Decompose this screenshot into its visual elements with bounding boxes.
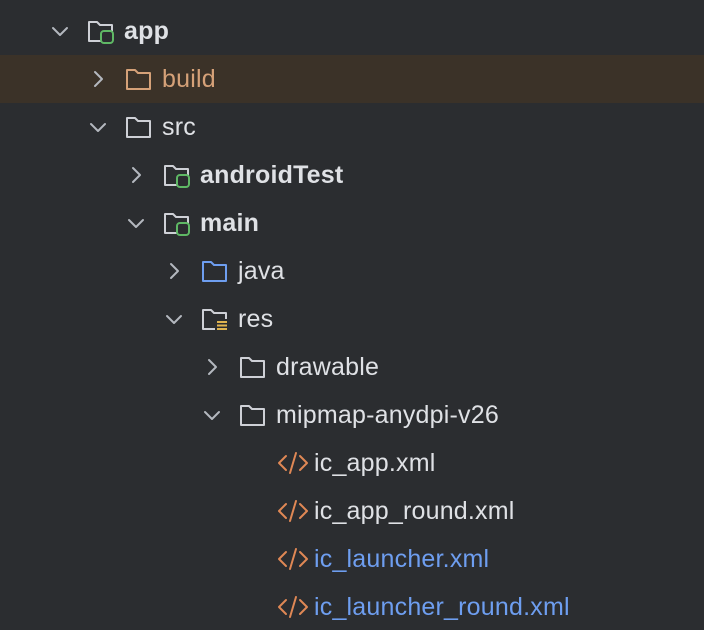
- folder-icon: [125, 114, 153, 140]
- tree-item-label: main: [200, 208, 260, 237]
- xml-file-icon: [277, 498, 309, 524]
- tree-item-label: res: [238, 304, 274, 333]
- tree-item-label: app: [124, 16, 170, 45]
- chevron-right-icon[interactable]: [126, 165, 146, 185]
- tree-item-label: androidTest: [200, 160, 344, 189]
- chevron-right-icon[interactable]: [164, 261, 184, 281]
- chevron-down-icon[interactable]: [126, 213, 146, 233]
- module-folder-icon: [87, 18, 115, 44]
- tree-item-label: build: [162, 64, 216, 93]
- tree-item-label: mipmap-anydpi-v26: [276, 400, 499, 429]
- resources-folder-icon: [201, 306, 229, 332]
- tree-item-label: ic_launcher.xml: [314, 544, 490, 573]
- tree-item-app[interactable]: app: [0, 7, 704, 55]
- chevron-down-icon[interactable]: [50, 21, 70, 41]
- tree-item-label: ic_app.xml: [314, 448, 436, 477]
- excluded-folder-icon: [125, 66, 153, 92]
- tree-item-label: ic_app_round.xml: [314, 496, 515, 525]
- tree-item-label: ic_launcher_round.xml: [314, 592, 570, 621]
- module-folder-icon: [163, 210, 191, 236]
- chevron-right-icon[interactable]: [202, 357, 222, 377]
- tree-item-res[interactable]: res: [0, 295, 704, 343]
- chevron-right-icon[interactable]: [88, 69, 108, 89]
- tree-item-label: drawable: [276, 352, 380, 381]
- tree-item-src[interactable]: src: [0, 103, 704, 151]
- tree-item-main[interactable]: main: [0, 199, 704, 247]
- xml-file-icon: [277, 546, 309, 572]
- module-folder-icon: [163, 162, 191, 188]
- tree-item-mipmap-anydpi-v26[interactable]: mipmap-anydpi-v26: [0, 391, 704, 439]
- tree-item-drawable[interactable]: drawable: [0, 343, 704, 391]
- tree-item-java[interactable]: java: [0, 247, 704, 295]
- tree-item-label: src: [162, 112, 196, 141]
- chevron-down-icon[interactable]: [202, 405, 222, 425]
- tree-item-androidtest[interactable]: androidTest: [0, 151, 704, 199]
- tree-item-ic-app-xml[interactable]: ic_app.xml: [0, 439, 704, 487]
- project-tree: app build src androidTest main java res …: [0, 0, 704, 630]
- tree-item-ic-launcher-xml[interactable]: ic_launcher.xml: [0, 535, 704, 583]
- tree-item-ic-launcher-round-xml[interactable]: ic_launcher_round.xml: [0, 583, 704, 630]
- source-folder-icon: [201, 258, 229, 284]
- chevron-down-icon[interactable]: [88, 117, 108, 137]
- xml-file-icon: [277, 594, 309, 620]
- folder-icon: [239, 402, 267, 428]
- folder-icon: [239, 354, 267, 380]
- xml-file-icon: [277, 450, 309, 476]
- tree-item-ic-app-round-xml[interactable]: ic_app_round.xml: [0, 487, 704, 535]
- tree-item-label: java: [238, 256, 285, 285]
- chevron-down-icon[interactable]: [164, 309, 184, 329]
- tree-item-build[interactable]: build: [0, 55, 704, 103]
